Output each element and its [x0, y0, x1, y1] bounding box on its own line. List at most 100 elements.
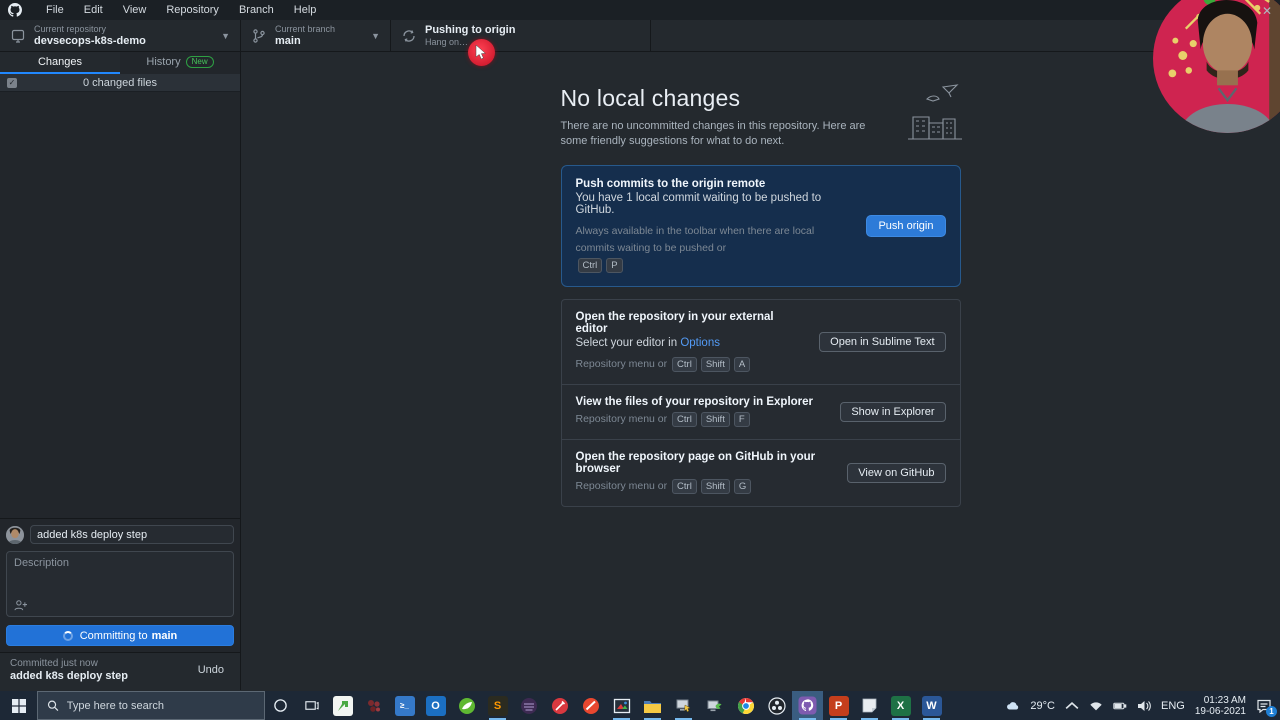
- options-link[interactable]: Options: [680, 337, 720, 349]
- key-p: P: [606, 258, 622, 273]
- menu-edit[interactable]: Edit: [74, 0, 113, 20]
- search-input[interactable]: [67, 700, 255, 712]
- sticky-notes-icon: [861, 697, 878, 714]
- page-title: No local changes: [561, 85, 891, 112]
- tab-changes[interactable]: Changes: [0, 52, 120, 74]
- committing-button[interactable]: Committing to main: [6, 625, 234, 646]
- menu-view[interactable]: View: [113, 0, 157, 20]
- show-in-explorer-button[interactable]: Show in Explorer: [840, 402, 945, 422]
- start-button[interactable]: [0, 691, 37, 720]
- push-origin-button[interactable]: Push origin: [866, 215, 945, 237]
- outlook-button[interactable]: O: [420, 691, 451, 720]
- current-repository-label: Current repository: [34, 24, 217, 35]
- cortana-icon: [273, 698, 288, 713]
- tray-expand-chevron-icon[interactable]: [1065, 699, 1079, 713]
- tab-history-label: History: [146, 56, 180, 68]
- undo-button[interactable]: Undo: [192, 662, 230, 678]
- battery-icon[interactable]: [1113, 699, 1127, 713]
- add-coauthor-icon[interactable]: [14, 599, 28, 611]
- menu-file[interactable]: File: [36, 0, 74, 20]
- powerpoint-button[interactable]: P: [823, 691, 854, 720]
- excel-button[interactable]: X: [885, 691, 916, 720]
- purple-circle-app-icon: [520, 697, 538, 715]
- sync-spinner-icon: [401, 28, 417, 44]
- volume-icon[interactable]: [1137, 699, 1151, 713]
- push-to-origin-button[interactable]: Pushing to origin Hang on…: [391, 20, 651, 51]
- current-branch-value: main: [275, 35, 367, 48]
- computer-wrench-icon: [706, 697, 724, 715]
- search-icon: [47, 699, 59, 712]
- system-tool-button[interactable]: [699, 691, 730, 720]
- card-hint: Repository menu or: [576, 413, 668, 425]
- spring-icon: [458, 697, 476, 715]
- committing-branch: main: [152, 630, 178, 642]
- purple-app-button[interactable]: [513, 691, 544, 720]
- suggestions-list: Open the repository in your external edi…: [561, 299, 961, 507]
- github-desktop-icon: [798, 696, 817, 715]
- language-indicator[interactable]: ENG: [1161, 700, 1185, 712]
- file-list-empty: [0, 92, 240, 518]
- key-f: F: [734, 412, 750, 427]
- commit-spinner-icon: [63, 631, 73, 641]
- menu-help[interactable]: Help: [284, 0, 327, 20]
- screenshot-app-button[interactable]: [606, 691, 637, 720]
- excel-icon: X: [891, 696, 911, 716]
- tab-history[interactable]: History New: [120, 52, 240, 74]
- key-shift: Shift: [701, 412, 730, 427]
- temperature-label[interactable]: 29°C: [1030, 700, 1055, 712]
- mouse-cursor-highlight: [468, 39, 495, 66]
- commit-summary-input[interactable]: [30, 525, 234, 544]
- cortana-button[interactable]: [265, 691, 296, 720]
- task-view-button[interactable]: [296, 691, 327, 720]
- greenshot-button[interactable]: [327, 691, 358, 720]
- branch-icon: [251, 28, 267, 44]
- screenshot-app-icon: [613, 697, 631, 715]
- view-on-github-button[interactable]: View on GitHub: [847, 463, 945, 483]
- obs-button[interactable]: [761, 691, 792, 720]
- orange-slash-app-icon: [582, 697, 600, 715]
- changed-files-row: ✓ 0 changed files: [0, 74, 240, 92]
- sublime-text-button[interactable]: S: [482, 691, 513, 720]
- word-button[interactable]: W: [916, 691, 947, 720]
- spring-tools-button[interactable]: [451, 691, 482, 720]
- menu-repository[interactable]: Repository: [156, 0, 229, 20]
- select-all-checkbox[interactable]: ✓: [7, 78, 17, 88]
- orange-app-button[interactable]: [575, 691, 606, 720]
- wifi-icon[interactable]: [1089, 699, 1103, 713]
- taskbar-clock[interactable]: 01:23 AM 19-06-2021: [1195, 695, 1246, 717]
- powershell-button[interactable]: ≥_: [389, 691, 420, 720]
- current-branch-button[interactable]: Current branch main ▼: [241, 20, 391, 51]
- main-panel: No local changes There are no uncommitte…: [241, 52, 1280, 690]
- key-ctrl: Ctrl: [672, 479, 697, 494]
- changed-files-count: 0 changed files: [83, 77, 157, 89]
- close-icon[interactable]: ✕: [1262, 4, 1272, 18]
- key-a: A: [734, 357, 750, 372]
- card-title: Push commits to the origin remote: [576, 178, 855, 190]
- chevron-down-icon: ▼: [371, 31, 380, 41]
- sticky-notes-button[interactable]: [854, 691, 885, 720]
- red-app-button[interactable]: [358, 691, 389, 720]
- commit-description-input[interactable]: [7, 552, 233, 596]
- remote-desktop-button[interactable]: [668, 691, 699, 720]
- key-ctrl: Ctrl: [672, 412, 697, 427]
- avatar: [6, 526, 24, 544]
- chevron-down-icon: ▼: [221, 31, 230, 41]
- committing-label: Committing to: [80, 630, 148, 642]
- current-repository-button[interactable]: Current repository devsecops-k8s-demo ▼: [0, 20, 241, 51]
- github-desktop-button[interactable]: [792, 691, 823, 720]
- weather-cloud-icon[interactable]: [1006, 699, 1020, 713]
- file-explorer-button[interactable]: [637, 691, 668, 720]
- chrome-button[interactable]: [730, 691, 761, 720]
- key-g: G: [734, 479, 751, 494]
- card-hint: Repository menu or: [576, 358, 668, 370]
- red-tool-app-button[interactable]: [544, 691, 575, 720]
- powershell-icon: ≥_: [395, 696, 415, 716]
- card-title: View the files of your repository in Exp…: [576, 396, 829, 408]
- notification-center-button[interactable]: 1: [1256, 699, 1272, 713]
- open-in-sublime-button[interactable]: Open in Sublime Text: [819, 332, 945, 352]
- menu-branch[interactable]: Branch: [229, 0, 284, 20]
- card-hint: Always available in the toolbar when the…: [576, 225, 815, 254]
- taskbar-search[interactable]: [37, 691, 265, 720]
- outlook-icon: O: [426, 696, 446, 716]
- new-badge: New: [186, 56, 214, 68]
